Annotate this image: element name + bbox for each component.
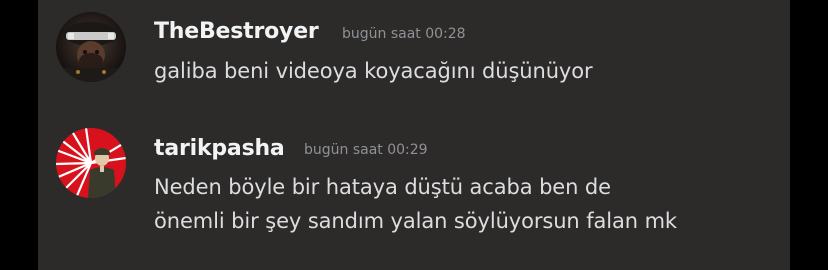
message-text: galiba beni videoya koyacağını düşünüyor	[154, 59, 593, 83]
avatar[interactable]	[56, 12, 126, 82]
username[interactable]: TheBestroyer	[154, 19, 319, 44]
masked-rider-avatar-icon	[56, 12, 126, 82]
chat-panel: TheBestroyer bugün saat 00:28 galiba ben…	[38, 0, 790, 270]
username[interactable]: tarikpasha	[154, 136, 285, 161]
message-timestamp: bugün saat 00:28	[342, 26, 466, 42]
message-text: Neden böyle bir hataya düştü acaba ben d…	[154, 175, 611, 199]
avatar[interactable]	[56, 128, 126, 198]
red-flag-soldier-avatar-icon	[56, 128, 126, 198]
message-timestamp: bugün saat 00:29	[304, 142, 428, 158]
message-text: önemli bir şey sandım yalan söylüyorsun …	[154, 209, 677, 233]
